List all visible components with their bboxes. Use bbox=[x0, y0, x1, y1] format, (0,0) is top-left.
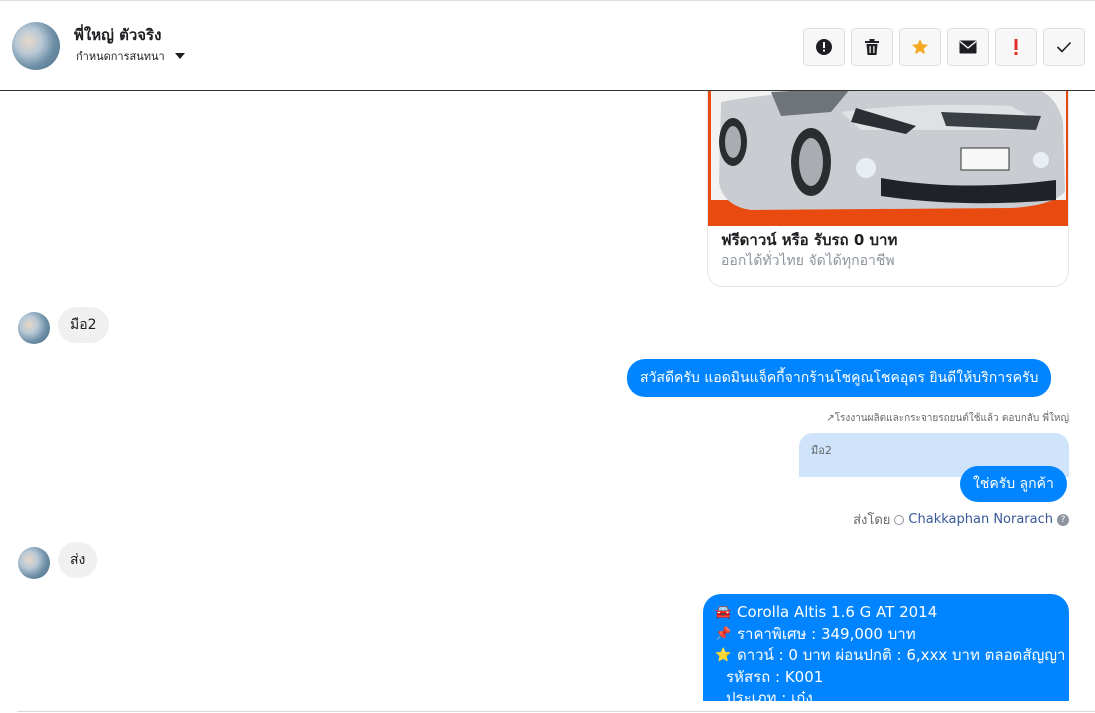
follow-up-button[interactable] bbox=[995, 28, 1037, 66]
chat-window: พี่ใหญ่ ตัวจริง กำหนดการสนทนา ฟรีดาวน์ ห… bbox=[0, 0, 1095, 713]
trash-icon bbox=[865, 39, 879, 55]
sent-by-label: ส่งโดย bbox=[853, 513, 891, 528]
detail-line: รหัสรถ : K001 bbox=[715, 667, 1057, 689]
sent-by-agent[interactable]: Chakkaphan Norarach bbox=[908, 512, 1053, 527]
star-button[interactable] bbox=[899, 28, 941, 66]
envelope-icon bbox=[959, 40, 977, 54]
delete-button[interactable] bbox=[851, 28, 893, 66]
ad-card-title: ฟรีดาวน์ หรือ รับรถ 0 บาท bbox=[721, 231, 898, 249]
contact-name[interactable]: พี่ใหญ่ ตัวจริง bbox=[74, 23, 161, 47]
detail-line: ⭐ ดาวน์ : 0 บาท ผ่อนปกติ : 6,xxx บาท ตลอ… bbox=[715, 645, 1065, 667]
reply-indicator: ↗โรงงานผลิตและกระจายรถยนต์ใช้แล้ว ตอบกลั… bbox=[826, 411, 1069, 426]
message-stream[interactable]: ฟรีดาวน์ หรือ รับรถ 0 บาท ออกได้ทั่วไทย … bbox=[0, 91, 1095, 701]
reply-indicator-text: โรงงานผลิตและกระจายรถยนต์ใช้แล้ว ตอบกลับ… bbox=[834, 413, 1069, 424]
conversation-settings-dropdown[interactable]: กำหนดการสนทนา bbox=[76, 47, 185, 65]
star-icon: ⭐ bbox=[715, 648, 732, 663]
agent-status-icon bbox=[894, 514, 905, 525]
red-exclamation-icon bbox=[1014, 39, 1018, 55]
composer-divider bbox=[17, 711, 1095, 712]
star-icon bbox=[912, 39, 928, 55]
detail-price: ราคาพิเศษ : 349,000 บาท bbox=[737, 624, 916, 643]
check-icon bbox=[1056, 41, 1072, 53]
detail-model: Corolla Altis 1.6 G AT 2014 bbox=[737, 603, 938, 621]
ad-card[interactable]: ฟรีดาวน์ หรือ รับรถ 0 บาท ออกได้ทั่วไทย … bbox=[707, 91, 1069, 287]
incoming-message[interactable]: มือ2 bbox=[58, 307, 109, 343]
detail-line: 🚘 Corolla Altis 1.6 G AT 2014 bbox=[715, 602, 1057, 624]
detail-type: ประเภท : เก๋ง bbox=[726, 689, 813, 701]
exclamation-circle-icon bbox=[816, 39, 832, 55]
detail-down-payment: ดาวน์ : 0 บาท ผ่อนปกติ : 6,xxx บาท ตลอดส… bbox=[737, 646, 1066, 664]
sent-by-info: ส่งโดย Chakkaphan Norarach ? bbox=[853, 509, 1069, 530]
detail-line: ประเภท : เก๋ง bbox=[715, 688, 1057, 701]
outgoing-reply-message[interactable]: ใช่ครับ ลูกค้า bbox=[960, 466, 1067, 502]
avatar[interactable] bbox=[18, 312, 50, 344]
conversation-settings-label: กำหนดการสนทนา bbox=[76, 50, 165, 63]
reply-arrow-icon: ↗ bbox=[826, 413, 835, 424]
detail-code: รหัสรถ : K001 bbox=[726, 667, 824, 686]
car-icon: 🚘 bbox=[715, 605, 732, 620]
header-actions bbox=[803, 28, 1085, 66]
detail-line: 📌 ราคาพิเศษ : 349,000 บาท bbox=[715, 624, 1057, 646]
avatar[interactable] bbox=[12, 22, 60, 70]
conversation-header: พี่ใหญ่ ตัวจริง กำหนดการสนทนา bbox=[0, 0, 1095, 91]
ad-card-description: ออกได้ทั่วไทย จัดได้ทุกอาชีพ bbox=[721, 253, 895, 269]
mark-spam-button[interactable] bbox=[803, 28, 845, 66]
outgoing-message[interactable]: สวัสดีครับ แอดมินแจ็คกี้จากร้านโชคูณโชคอ… bbox=[627, 359, 1052, 397]
caret-down-icon bbox=[174, 53, 185, 59]
incoming-message[interactable]: ส่ง bbox=[58, 542, 98, 578]
pushpin-icon: 📌 bbox=[715, 626, 732, 642]
ad-card-image bbox=[708, 91, 1068, 226]
help-icon[interactable]: ? bbox=[1057, 513, 1069, 526]
car-details-message[interactable]: 🚘 Corolla Altis 1.6 G AT 2014 📌 ราคาพิเศ… bbox=[703, 594, 1069, 701]
car-image bbox=[711, 91, 1066, 226]
avatar[interactable] bbox=[18, 547, 50, 579]
mark-done-button[interactable] bbox=[1043, 28, 1085, 66]
mark-unread-button[interactable] bbox=[947, 28, 989, 66]
